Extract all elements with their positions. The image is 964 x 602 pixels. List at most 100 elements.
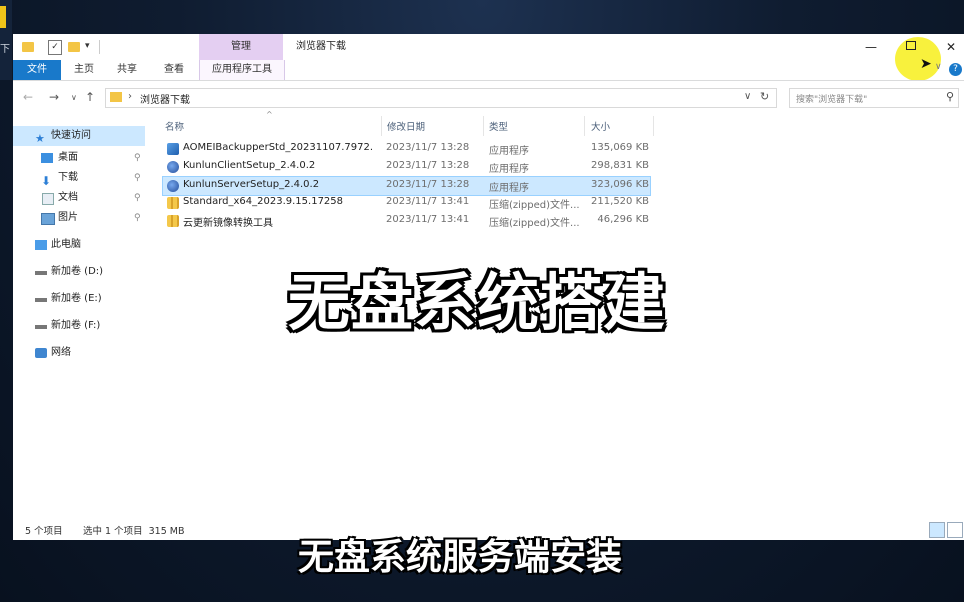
column-divider[interactable] <box>584 116 585 136</box>
sidebar-item-downloads[interactable]: ⬇ 下载 ⚲ <box>13 168 145 188</box>
up-arrow-icon[interactable]: ↑ <box>85 90 95 104</box>
background-window-text: 下 <box>0 44 10 55</box>
video-headline-caption: 无盘系统搭建 <box>288 266 667 339</box>
file-name: Standard_x64_2023.9.15.17258 <box>183 196 344 207</box>
folder-icon <box>110 92 122 102</box>
sidebar-item-this-pc[interactable]: 此电脑 <box>13 235 145 255</box>
tab-application-tools[interactable]: 应用程序工具 <box>199 60 285 80</box>
search-icon[interactable]: ⚲ <box>946 90 954 103</box>
file-size: 135,069 KB <box>591 142 649 153</box>
item-count: 5 个项目 <box>25 526 63 537</box>
file-type: 压缩(zipped)文件... <box>489 200 579 211</box>
expand-ribbon-icon[interactable]: ∨ <box>935 62 942 72</box>
zip-icon <box>167 215 179 227</box>
ribbon-tabs: 文件 主页 共享 查看 应用程序工具 ∨ ? <box>13 60 964 81</box>
sort-ascending-icon: ^ <box>266 110 273 119</box>
recent-locations-icon[interactable]: ∨ <box>71 93 77 102</box>
column-date-modified[interactable]: 修改日期 <box>387 119 425 133</box>
video-subtitle-caption: 无盘系统服务端安装 <box>298 537 623 578</box>
selection-info: 选中 1 个项目 315 MB <box>83 526 185 537</box>
help-icon[interactable]: ? <box>949 63 962 76</box>
zip-icon <box>167 197 179 209</box>
pin-icon[interactable]: ⚲ <box>134 148 141 168</box>
address-bar[interactable]: › 浏览器下载 ∨ ↻ <box>105 88 777 108</box>
pin-icon[interactable]: ⚲ <box>134 208 141 228</box>
manage-context-tab[interactable]: 管理 <box>199 34 283 60</box>
file-date: 2023/11/7 13:41 <box>386 214 470 225</box>
chevron-down-icon[interactable]: ∨ <box>744 91 751 102</box>
details-view-icon[interactable] <box>929 522 945 538</box>
maximize-icon[interactable] <box>906 41 916 50</box>
column-name[interactable]: 名称 <box>165 119 184 133</box>
properties-icon[interactable]: ✓ <box>48 40 62 55</box>
title-bar: ✓ ▾ 管理 浏览器下载 — ➤ ✕ <box>13 34 964 81</box>
file-size: 323,096 KB <box>591 179 649 190</box>
file-size: 46,296 KB <box>597 214 649 225</box>
column-divider[interactable] <box>483 116 484 136</box>
drive-icon <box>35 325 47 329</box>
sidebar-item-drive-e[interactable]: 新加卷 (E:) <box>13 289 145 309</box>
file-size: 211,520 KB <box>591 196 649 207</box>
table-row[interactable]: KunlunClientSetup_2.4.0.2 2023/11/7 13:2… <box>163 158 650 176</box>
sidebar-item-network[interactable]: 网络 <box>13 343 145 363</box>
sidebar-item-pictures[interactable]: 图片 ⚲ <box>13 208 145 228</box>
tab-view[interactable]: 查看 <box>155 60 193 80</box>
column-size[interactable]: 大小 <box>591 119 610 133</box>
pin-icon[interactable]: ⚲ <box>134 168 141 188</box>
background-window-edge: 下 <box>0 0 12 80</box>
column-divider[interactable] <box>381 116 382 136</box>
table-row[interactable]: 云更新镜像转换工具 2023/11/7 13:41 压缩(zipped)文件..… <box>163 212 650 230</box>
sidebar-item-drive-d[interactable]: 新加卷 (D:) <box>13 262 145 282</box>
network-icon <box>35 348 47 358</box>
chevron-right-icon[interactable]: › <box>128 91 132 102</box>
divider <box>99 40 100 54</box>
breadcrumb[interactable]: 浏览器下载 <box>140 91 190 106</box>
file-type: 压缩(zipped)文件... <box>489 218 579 229</box>
customize-quick-access-button[interactable]: ▾ <box>85 41 90 55</box>
refresh-icon[interactable]: ↻ <box>760 90 769 103</box>
pin-icon[interactable]: ⚲ <box>134 188 141 208</box>
file-list-header: ^ 名称 修改日期 类型 大小 <box>163 110 663 136</box>
back-arrow-icon[interactable]: ← <box>23 90 33 104</box>
app-icon <box>167 180 179 192</box>
address-row: ← → ∨ ↑ › 浏览器下载 ∨ ↻ 搜索"浏览器下载" ⚲ <box>13 84 964 112</box>
search-placeholder: 搜索"浏览器下载" <box>796 95 868 105</box>
drive-icon <box>35 271 47 275</box>
navigation-pane: ★ 快速访问 桌面 ⚲ ⬇ 下载 ⚲ 文档 ⚲ 图片 ⚲ 此电脑 新加卷 (D:… <box>13 122 153 522</box>
document-icon <box>42 193 54 205</box>
sidebar-item-desktop[interactable]: 桌面 ⚲ <box>13 148 145 168</box>
close-button[interactable]: ✕ <box>931 34 964 60</box>
large-icons-view-icon[interactable] <box>947 522 963 538</box>
table-row-selected[interactable]: KunlunServerSetup_2.4.0.2 2023/11/7 13:2… <box>162 176 651 196</box>
file-name: 云更新镜像转换工具 <box>183 218 273 229</box>
new-folder-icon[interactable] <box>68 42 80 52</box>
folder-icon <box>22 42 34 52</box>
column-divider[interactable] <box>653 116 654 136</box>
file-name: KunlunServerSetup_2.4.0.2 <box>183 179 320 190</box>
file-size: 298,831 KB <box>591 160 649 171</box>
sidebar-item-documents[interactable]: 文档 ⚲ <box>13 188 145 208</box>
file-name: KunlunClientSetup_2.4.0.2 <box>183 160 316 171</box>
tab-file[interactable]: 文件 <box>13 60 61 80</box>
file-type: 应用程序 <box>489 164 529 175</box>
sidebar-item-drive-f[interactable]: 新加卷 (F:) <box>13 316 145 336</box>
forward-arrow-icon[interactable]: → <box>49 90 59 104</box>
picture-icon <box>41 213 55 225</box>
file-name: AOMEIBackupperStd_20231107.7972... <box>183 142 373 153</box>
file-date: 2023/11/7 13:28 <box>386 179 470 190</box>
tab-home[interactable]: 主页 <box>65 60 103 80</box>
minimize-button[interactable]: — <box>851 34 891 60</box>
table-row[interactable]: AOMEIBackupperStd_20231107.7972... 2023/… <box>163 140 650 158</box>
tab-share[interactable]: 共享 <box>108 60 146 80</box>
star-icon: ★ <box>35 132 45 145</box>
app-icon <box>167 161 179 173</box>
window-title: 浏览器下载 <box>296 41 346 52</box>
table-row[interactable]: Standard_x64_2023.9.15.17258 2023/11/7 1… <box>163 194 650 212</box>
sidebar-item-quick-access[interactable]: ★ 快速访问 <box>13 126 145 146</box>
file-date: 2023/11/7 13:28 <box>386 160 470 171</box>
computer-icon <box>35 240 47 250</box>
column-type[interactable]: 类型 <box>489 119 508 133</box>
search-input[interactable]: 搜索"浏览器下载" ⚲ <box>789 88 959 108</box>
drive-icon <box>35 298 47 302</box>
file-date: 2023/11/7 13:41 <box>386 196 470 207</box>
